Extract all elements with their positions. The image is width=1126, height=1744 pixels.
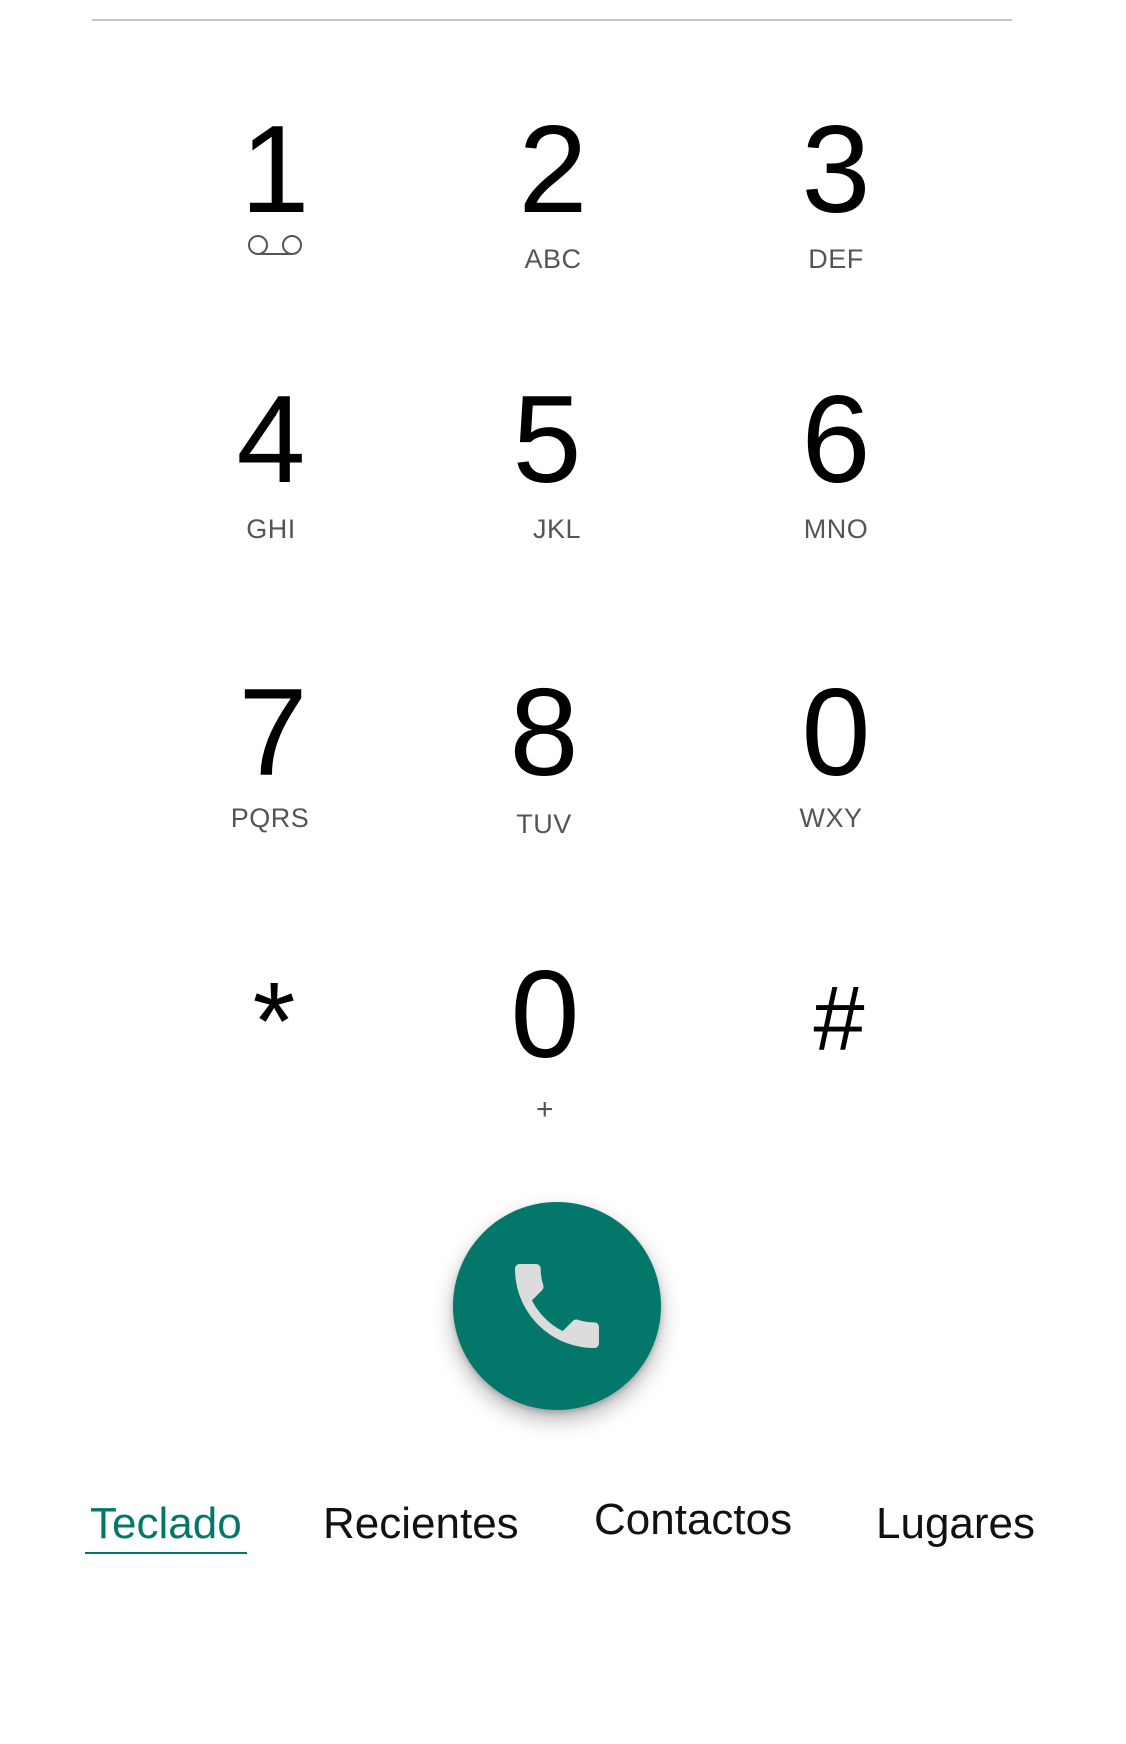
key-letters: JKL [532,514,582,544]
call-button[interactable] [453,1202,661,1410]
key-7[interactable]: 7 PQRS [173,663,373,863]
key-letters: TUV [516,809,572,839]
top-divider [92,19,1012,21]
key-digit: 6 [801,371,871,509]
key-3[interactable]: 3 DEF [736,100,936,300]
key-letters: + [535,1093,555,1126]
key-letters: ABC [524,244,582,274]
tab-contactos[interactable]: Contactos [594,1494,792,1547]
key-6[interactable]: 6 MNO [736,370,936,570]
key-letters: GHI [246,514,296,544]
key-digit: 1 [240,101,310,239]
key-hash[interactable]: # [739,945,939,1145]
key-4[interactable]: 4 GHI [171,370,371,570]
key-2[interactable]: 2 ABC [453,100,653,300]
key-digit: * [252,960,296,1083]
key-digit: 3 [801,101,871,239]
key-8[interactable]: 8 TUV [444,663,644,863]
key-digit: 8 [509,664,579,802]
key-letters: WXY [799,803,863,833]
active-tab-underline [85,1552,247,1554]
key-letters: DEF [808,244,864,274]
key-letters: PQRS [230,803,310,833]
key-digit: 7 [238,664,308,802]
key-digit: 0 [801,664,871,802]
key-5[interactable]: 5 JKL [447,370,647,570]
key-digit: 0 [510,946,580,1084]
voicemail-icon [248,235,302,255]
key-digit: # [813,968,865,1070]
key-letters: MNO [803,514,869,544]
phone-icon [515,1264,599,1348]
key-9[interactable]: 0 WXY [736,663,936,863]
key-digit: 4 [236,371,306,509]
tab-lugares[interactable]: Lugares [876,1498,1035,1551]
key-digit: 2 [518,101,588,239]
key-1[interactable]: 1 [175,100,375,300]
key-0[interactable]: 0 + [445,945,645,1145]
tab-recientes[interactable]: Recientes [323,1498,519,1551]
key-digit: 5 [512,371,582,509]
tab-teclado[interactable]: Teclado [90,1498,242,1551]
key-star[interactable]: * [174,945,374,1145]
